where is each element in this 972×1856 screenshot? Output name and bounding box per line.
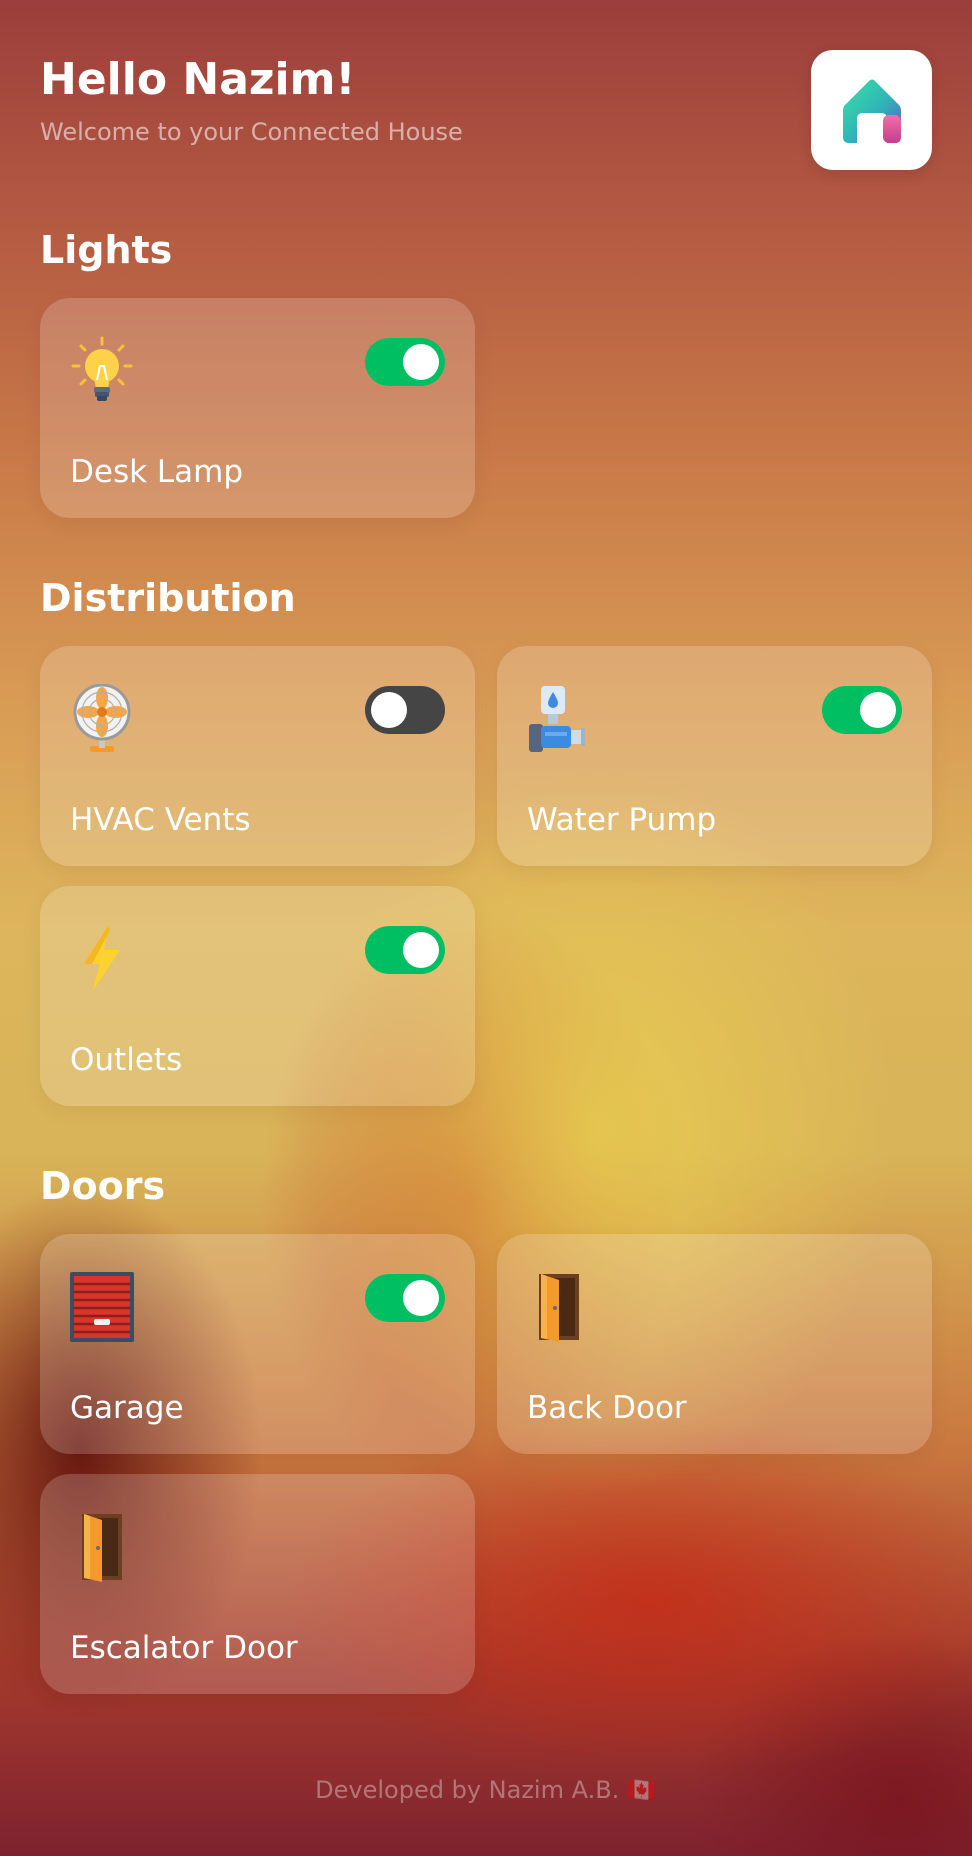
water-pump-icon <box>529 686 585 752</box>
device-label: HVAC Vents <box>70 802 251 838</box>
device-card-outlets[interactable]: Outlets <box>40 886 475 1106</box>
house-logo-icon <box>842 79 901 143</box>
device-card-escalator-door[interactable]: Escalator Door <box>40 1474 475 1694</box>
door-icon <box>539 1274 579 1342</box>
device-label: Back Door <box>527 1390 687 1426</box>
header: Hello Nazim! Welcome to your Connected H… <box>40 50 463 146</box>
device-label: Garage <box>70 1390 184 1426</box>
toggle-knob <box>371 692 407 728</box>
footer-credit: Developed by Nazim A.B. 🇨🇦 <box>315 1776 657 1804</box>
toggle-knob <box>403 1280 439 1316</box>
toggle-switch[interactable] <box>365 338 445 386</box>
section-title-distribution: Distribution <box>40 576 296 620</box>
light-bulb-icon <box>71 336 133 401</box>
greeting-title: Hello Nazim! <box>40 54 356 105</box>
lightning-bolt-icon <box>84 926 120 992</box>
section-title-lights: Lights <box>40 228 173 272</box>
toggle-knob <box>403 932 439 968</box>
device-card-garage[interactable]: Garage <box>40 1234 475 1454</box>
device-card-hvac-vents[interactable]: HVAC Vents <box>40 646 475 866</box>
toggle-switch[interactable] <box>822 686 902 734</box>
section-title-doors: Doors <box>40 1164 166 1208</box>
door-icon <box>82 1514 122 1582</box>
device-label: Water Pump <box>527 802 717 838</box>
device-label: Outlets <box>70 1042 183 1078</box>
fan-icon <box>73 684 131 752</box>
toggle-switch[interactable] <box>365 686 445 734</box>
device-card-water-pump[interactable]: Water Pump <box>497 646 932 866</box>
device-label: Desk Lamp <box>70 454 244 490</box>
toggle-switch[interactable] <box>365 926 445 974</box>
device-card-back-door[interactable]: Back Door <box>497 1234 932 1454</box>
toggle-knob <box>860 692 896 728</box>
garage-door-icon <box>70 1272 134 1342</box>
device-card-desk-lamp[interactable]: Desk Lamp <box>40 298 475 518</box>
device-label: Escalator Door <box>70 1630 298 1666</box>
toggle-switch[interactable] <box>365 1274 445 1322</box>
toggle-knob <box>403 344 439 380</box>
house-logo-button[interactable] <box>811 50 932 170</box>
greeting-subtitle: Welcome to your Connected House <box>40 118 463 146</box>
